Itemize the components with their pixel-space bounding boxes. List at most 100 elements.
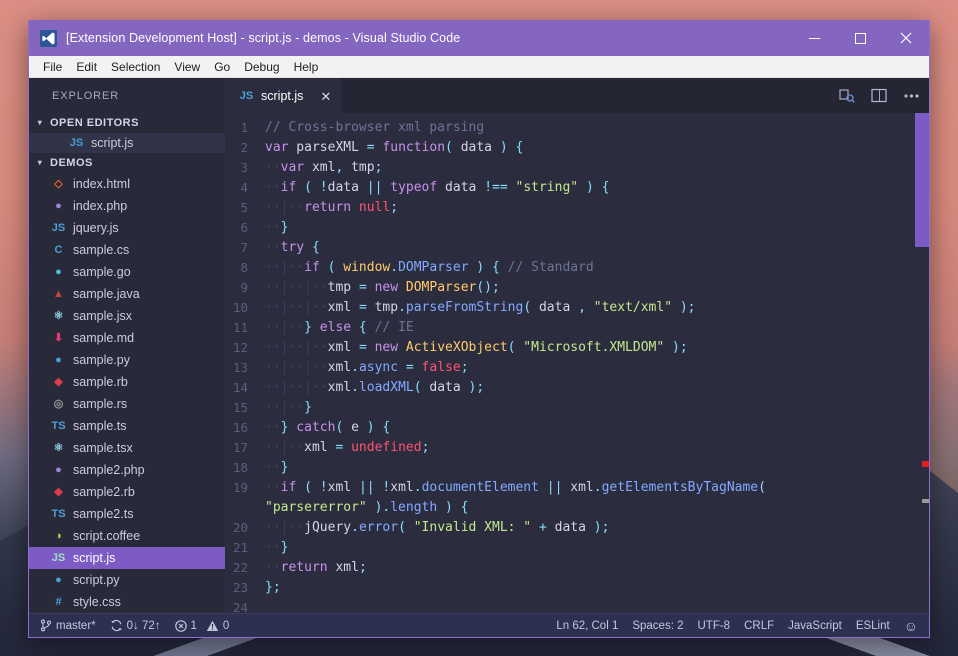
split-editor-icon[interactable] bbox=[837, 86, 857, 106]
code-line-text: ··|··|··xml = new ActiveXObject( "Micros… bbox=[265, 340, 688, 355]
maximize-button[interactable] bbox=[837, 20, 883, 56]
file-item-sample-cs[interactable]: Csample.cs bbox=[29, 239, 225, 261]
open-preview-icon[interactable] bbox=[869, 86, 889, 106]
code-line[interactable]: 10 ··|··|··xml = tmp.parseFromString( dat… bbox=[225, 298, 929, 318]
code-line[interactable]: 24 bbox=[225, 598, 929, 613]
code-line[interactable]: 16 ··} catch( e ) { bbox=[225, 418, 929, 438]
csharp-file-icon: C bbox=[54, 243, 63, 256]
close-icon[interactable]: ✕ bbox=[320, 90, 331, 103]
file-item-label: sample.tsx bbox=[73, 441, 133, 455]
code-line[interactable]: 4 ··if ( !data || typeof data !== "string… bbox=[225, 178, 929, 198]
status-git-branch[interactable]: master* bbox=[33, 615, 103, 637]
chevron-down-icon: ▾ bbox=[37, 118, 43, 127]
file-item-jquery-js[interactable]: JS jquery.js bbox=[29, 217, 225, 239]
code-line[interactable]: 6 ··} bbox=[225, 218, 929, 238]
status-problems[interactable]: 1 0 bbox=[168, 615, 237, 637]
menu-selection[interactable]: Selection bbox=[104, 58, 167, 76]
file-item-index-php[interactable]: ● index.php bbox=[29, 195, 225, 217]
status-indentation[interactable]: Spaces: 2 bbox=[625, 615, 690, 637]
status-eol[interactable]: CRLF bbox=[737, 615, 781, 637]
menu-view[interactable]: View bbox=[167, 58, 207, 76]
file-item-sample-py[interactable]: ● sample.py bbox=[29, 349, 225, 371]
file-item-sample2-ts[interactable]: TS sample2.ts bbox=[29, 503, 225, 525]
close-button[interactable] bbox=[883, 20, 929, 56]
status-feedback-smiley-icon[interactable]: ☺ bbox=[897, 615, 925, 637]
overview-ruler[interactable] bbox=[915, 113, 929, 613]
code-line[interactable]: 15 ··|··} bbox=[225, 398, 929, 418]
more-actions-icon[interactable] bbox=[901, 86, 921, 106]
code-line-text: ··if ( !data || typeof data !== "string"… bbox=[265, 180, 610, 195]
file-item-sample-md[interactable]: ⬇ sample.md bbox=[29, 327, 225, 349]
file-item-index-html[interactable]: ◇ index.html bbox=[29, 173, 225, 195]
code-line[interactable]: "parsererror" ).length ) { bbox=[225, 498, 929, 518]
file-item-script-py[interactable]: ● script.py bbox=[29, 569, 225, 591]
line-number: 10 bbox=[232, 300, 248, 315]
file-item-sample-rb[interactable]: ◆ sample.rb bbox=[29, 371, 225, 393]
line-number: 5 bbox=[240, 200, 248, 215]
code-line[interactable]: 13 ··|··|··xml.async = false; bbox=[225, 358, 929, 378]
status-eslint[interactable]: ESLint bbox=[849, 615, 897, 637]
file-item-sample2-rb[interactable]: ◆ sample2.rb bbox=[29, 481, 225, 503]
file-item-sample2-php[interactable]: ● sample2.php bbox=[29, 459, 225, 481]
code-line[interactable]: 12 ··|··|··xml = new ActiveXObject( "Micr… bbox=[225, 338, 929, 358]
file-item-label: style.css bbox=[73, 595, 121, 609]
python-file-icon: ● bbox=[55, 353, 62, 366]
code-line-text: ··|··|··tmp = new DOMParser(); bbox=[265, 280, 500, 295]
line-number: 9 bbox=[240, 280, 248, 295]
ruler-selection-marker[interactable] bbox=[922, 499, 929, 503]
file-item-sample-ts[interactable]: TS sample.ts bbox=[29, 415, 225, 437]
code-line[interactable]: 7 ··try { bbox=[225, 238, 929, 258]
code-line[interactable]: 5 ··|··return null; bbox=[225, 198, 929, 218]
status-language-mode[interactable]: JavaScript bbox=[781, 615, 849, 637]
code-line[interactable]: 14 ··|··|··xml.loadXML( data ); bbox=[225, 378, 929, 398]
open-editor-item-script-js[interactable]: JS script.js bbox=[29, 133, 225, 153]
code-line[interactable]: 17 ··|··xml = undefined; bbox=[225, 438, 929, 458]
file-item-label: index.php bbox=[73, 199, 128, 213]
editor-scrollbar-thumb[interactable] bbox=[915, 113, 929, 247]
file-item-script-coffee[interactable]: ◑ script.coffee bbox=[29, 525, 225, 547]
menu-help[interactable]: Help bbox=[287, 58, 326, 76]
code-line[interactable]: 21 ··} bbox=[225, 538, 929, 558]
tab-script-js[interactable]: JS script.js ✕ bbox=[225, 78, 342, 113]
menu-debug[interactable]: Debug bbox=[237, 58, 286, 76]
file-item-sample-tsx[interactable]: ⚛ sample.tsx bbox=[29, 437, 225, 459]
code-line[interactable]: 22 ··return xml; bbox=[225, 558, 929, 578]
section-open-editors[interactable]: ▾ OPEN EDITORS bbox=[29, 113, 225, 133]
code-line[interactable]: 20 ··|··jQuery.error( "Invalid XML: " + d… bbox=[225, 518, 929, 538]
file-item-script-js[interactable]: JS script.js bbox=[29, 547, 225, 569]
section-demos[interactable]: ▾ DEMOS bbox=[29, 153, 225, 173]
code-line[interactable]: 19 ··if ( !xml || !xml.documentElement ||… bbox=[225, 478, 929, 498]
status-sync[interactable]: 0↓ 72↑ bbox=[103, 615, 168, 637]
chevron-down-icon: ▾ bbox=[37, 158, 43, 167]
menu-edit[interactable]: Edit bbox=[69, 58, 104, 76]
line-number: 3 bbox=[240, 160, 248, 175]
file-item-sample-rs[interactable]: ◎ sample.rs bbox=[29, 393, 225, 415]
code-editor[interactable]: 1 // Cross-browser xml parsing 2 var parseX… bbox=[225, 113, 929, 613]
file-item-label: sample.rs bbox=[73, 397, 128, 411]
code-line[interactable]: 3 ··var xml, tmp; bbox=[225, 158, 929, 178]
code-line-text: ··} bbox=[265, 220, 289, 235]
file-item-sample-jsx[interactable]: ⚛ sample.jsx bbox=[29, 305, 225, 327]
minimize-button[interactable] bbox=[791, 20, 837, 56]
menu-file[interactable]: File bbox=[36, 58, 69, 76]
workbench: EXPLORER ▾ OPEN EDITORS JS script.js ▾ D… bbox=[29, 78, 929, 613]
file-item-sample-go[interactable]: ● sample.go bbox=[29, 261, 225, 283]
code-line[interactable]: 23}; bbox=[225, 578, 929, 598]
file-item-sample-java[interactable]: ▲ sample.java bbox=[29, 283, 225, 305]
code-line[interactable]: 11 ··|··} else { // IE bbox=[225, 318, 929, 338]
ruler-error-marker[interactable] bbox=[922, 461, 929, 467]
sync-icon bbox=[110, 619, 123, 632]
code-line[interactable]: 1 // Cross-browser xml parsing bbox=[225, 118, 929, 138]
code-line[interactable]: 18 ··} bbox=[225, 458, 929, 478]
code-line[interactable]: 9 ··|··|··tmp = new DOMParser(); bbox=[225, 278, 929, 298]
line-number: 22 bbox=[232, 560, 248, 575]
code-line[interactable]: 8 ··|··if ( window.DOMParser ) { // Stand… bbox=[225, 258, 929, 278]
status-encoding[interactable]: UTF-8 bbox=[691, 615, 738, 637]
file-item-label: script.py bbox=[73, 573, 120, 587]
line-number: 19 bbox=[232, 480, 248, 495]
menu-go[interactable]: Go bbox=[207, 58, 237, 76]
code-line[interactable]: 2 var parseXML = function( data ) { bbox=[225, 138, 929, 158]
status-cursor-position[interactable]: Ln 62, Col 1 bbox=[549, 615, 625, 637]
ruby-file-icon: ◆ bbox=[54, 375, 63, 388]
file-item-style-css[interactable]: # style.css bbox=[29, 591, 225, 613]
